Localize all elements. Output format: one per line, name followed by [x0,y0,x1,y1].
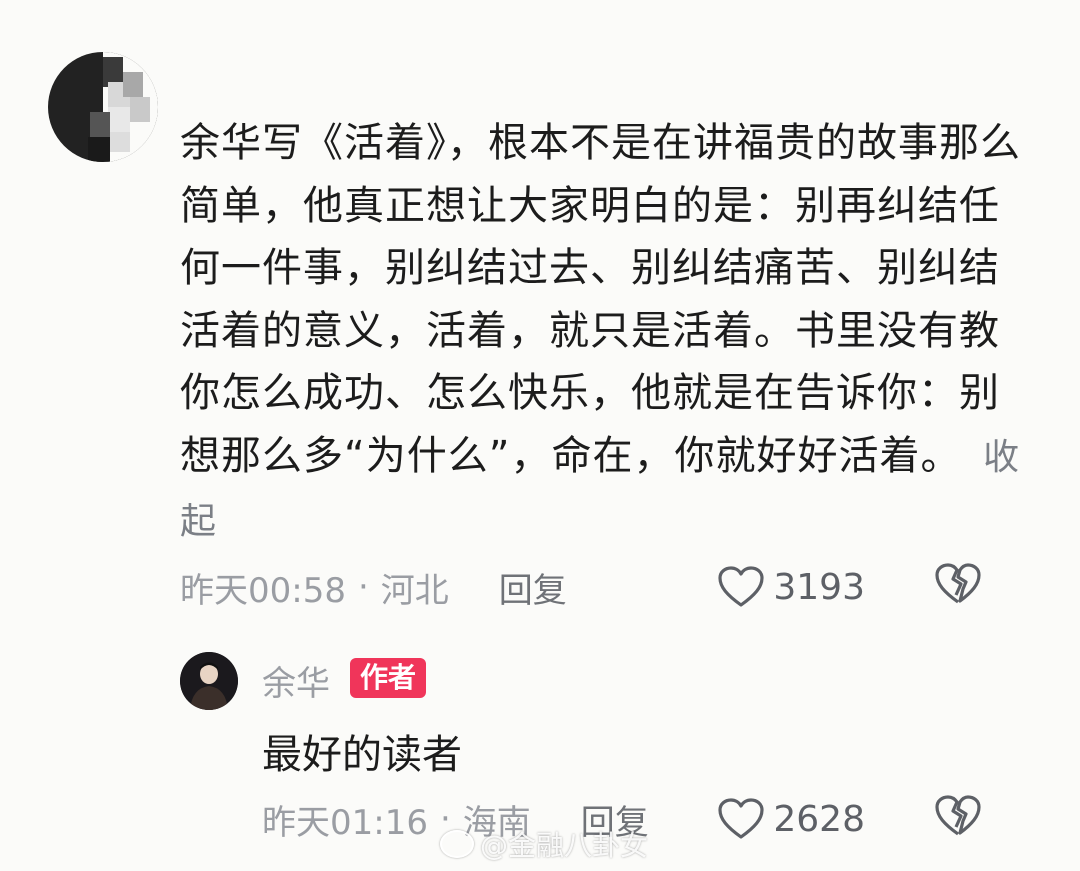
comment-location: 河北 [380,570,449,611]
broken-heart-icon[interactable] [934,562,982,606]
comment-time: 昨天00:58 [180,570,346,611]
heart-icon [718,798,764,839]
like-button[interactable]: 2628 [717,797,865,841]
person-silhouette-icon [180,652,238,710]
broken-heart-icon[interactable] [934,794,982,838]
author-name[interactable]: 余华 [262,656,330,705]
watermark: @金融八卦女 [440,824,648,864]
reply-text: 最好的读者 [262,732,462,778]
commenter-avatar[interactable] [48,52,158,162]
meta-separator: · [357,567,369,607]
author-badge: 作者 [350,658,427,698]
reply-button[interactable]: 回复 [499,563,567,612]
like-button[interactable]: 3193 [717,565,865,609]
heart-icon [718,566,764,607]
comment-text: 余华写《活着》，根本不是在讲福贵的故事那么简单，他真正想让大家明白的是：别再纠结… [180,120,1021,479]
reply-meta-row: 昨天01:16 · 海南 回复 2628 [262,792,1040,846]
comment-meta-row: 昨天00:58 · 河北 回复 3193 [180,560,1040,614]
like-count: 2628 [773,798,865,840]
reply-time: 昨天01:16 [262,802,428,843]
comment-body: 余华写《活着》，根本不是在讲福贵的故事那么简单，他真正想让大家明白的是：别再纠结… [180,112,1040,554]
author-avatar[interactable] [180,652,238,710]
watermark-text: @金融八卦女 [480,829,649,862]
weibo-logo-icon [440,830,474,858]
like-count: 3193 [773,566,865,608]
